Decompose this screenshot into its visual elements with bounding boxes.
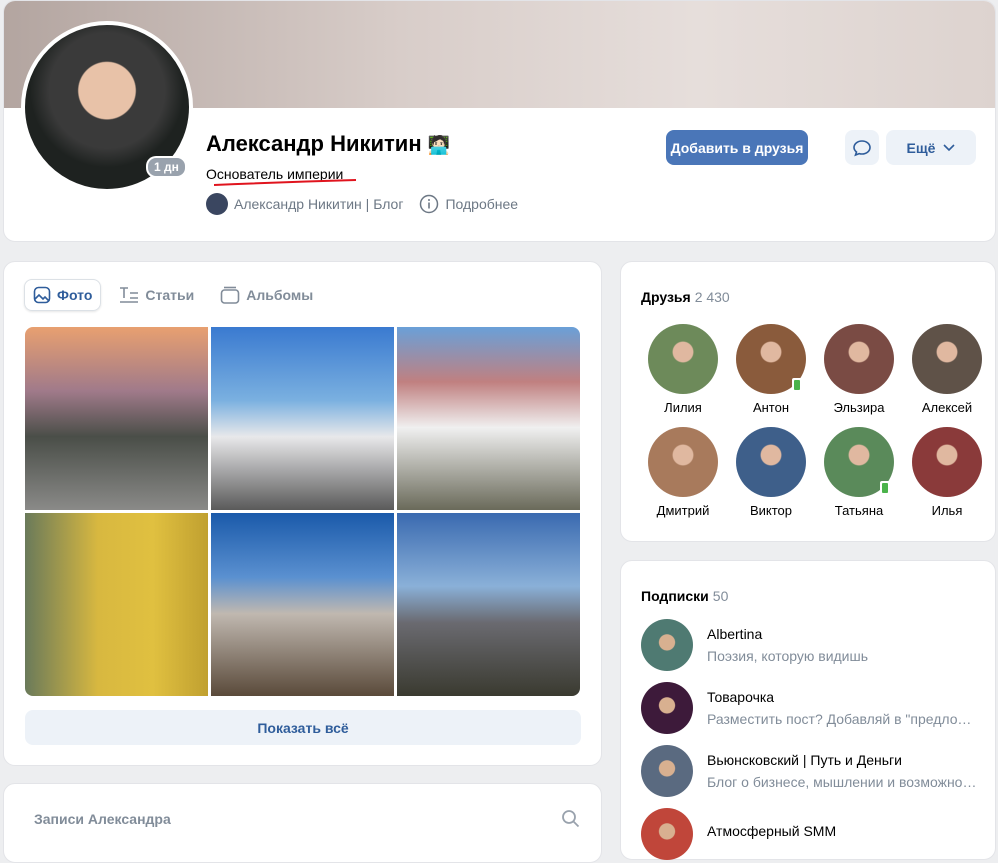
friend-avatar: [736, 427, 806, 497]
posts-block: Записи Александра: [3, 783, 602, 863]
subscription-name: Albertina: [707, 626, 763, 642]
friend-name: Эльзира: [833, 400, 885, 415]
mobile-online-icon: [880, 481, 890, 495]
profile-name-text: Александр Никитин: [206, 131, 422, 156]
photo-thumbnail[interactable]: [25, 513, 208, 696]
red-underline: [214, 179, 357, 186]
more-label: Ещё: [906, 139, 936, 156]
tab-label: Статьи: [145, 287, 195, 303]
friend-item[interactable]: Виктор: [727, 427, 815, 518]
subscription-name: Вьюнсковский | Путь и Деньги: [707, 752, 902, 768]
message-icon: [853, 139, 871, 156]
friend-item[interactable]: Илья: [903, 427, 991, 518]
blog-avatar: [206, 193, 228, 215]
subscription-avatar: [641, 745, 693, 797]
posts-search-input[interactable]: Записи Александра: [34, 811, 171, 827]
tab-label: Альбомы: [246, 287, 314, 303]
subscription-item[interactable]: Товарочка Разместить пост? Добавляй в "пр…: [641, 682, 977, 734]
friend-avatar: [824, 324, 894, 394]
friend-avatar: [824, 427, 894, 497]
last-seen-badge: 1 дн: [146, 156, 187, 178]
subscription-item[interactable]: Атмосферный SMM: [641, 808, 977, 860]
friend-name: Илья: [931, 503, 963, 518]
subscription-name: Атмосферный SMM: [707, 823, 837, 839]
friend-item[interactable]: Лилия: [639, 324, 727, 415]
friend-item[interactable]: Эльзира: [815, 324, 903, 415]
friend-item[interactable]: Дмитрий: [639, 427, 727, 518]
subscription-item[interactable]: Albertina Поэзия, которую видишь: [641, 619, 977, 671]
friend-avatar: [912, 427, 982, 497]
photos-block: Фото Статьи Альбомы Показать всё: [3, 261, 602, 766]
friends-count: 2 430: [694, 289, 730, 305]
search-icon[interactable]: [561, 809, 581, 829]
details-link[interactable]: Подробнее: [445, 196, 518, 212]
subscriptions-title: Подписки: [641, 588, 709, 604]
friend-name: Лилия: [664, 400, 702, 415]
info-icon: [420, 194, 439, 214]
friend-item[interactable]: Татьяна: [815, 427, 903, 518]
friends-title: Друзья: [641, 289, 691, 305]
article-icon: [120, 287, 139, 303]
friend-name: Татьяна: [834, 503, 884, 518]
friend-name: Виктор: [749, 503, 793, 518]
image-icon: [33, 286, 51, 304]
subscription-avatar: [641, 682, 693, 734]
album-icon: [220, 286, 240, 304]
photo-thumbnail[interactable]: [397, 513, 580, 696]
subscriptions-count: 50: [712, 588, 729, 604]
subscription-description: Поэзия, которую видишь: [707, 648, 869, 664]
friend-name: Антон: [752, 400, 790, 415]
subscription-item[interactable]: Вьюнсковский | Путь и Деньги Блог о бизне…: [641, 745, 977, 797]
subscription-avatar: [641, 619, 693, 671]
friend-avatar: [736, 324, 806, 394]
friends-header[interactable]: Друзья 2 430: [641, 289, 730, 305]
tab-label: Фото: [57, 287, 93, 303]
subscription-avatar: [641, 808, 693, 860]
subscription-name: Товарочка: [707, 689, 775, 705]
friend-item[interactable]: Антон: [727, 324, 815, 415]
friend-name: Дмитрий: [656, 503, 710, 518]
add-friend-button[interactable]: Добавить в друзья: [666, 130, 808, 165]
photo-thumbnail[interactable]: [397, 327, 580, 510]
photo-thumbnail[interactable]: [25, 327, 208, 510]
profile-header: 1 дн Александр Никитин 🧑🏻‍💻 Основатель и…: [3, 0, 996, 242]
mobile-online-icon: [792, 378, 802, 392]
message-button[interactable]: [845, 130, 879, 165]
show-all-button[interactable]: Показать всё: [25, 710, 581, 745]
subscription-description: Разместить пост? Добавляй в "предложку": [707, 711, 977, 727]
last-seen-text: 1 дн: [148, 158, 185, 176]
emoji-status-icon: 🧑🏻‍💻: [427, 135, 451, 155]
subscription-description: Блог о бизнесе, мышлении и возможностях: [707, 774, 977, 790]
blog-link[interactable]: Александр Никитин | Блог: [234, 196, 403, 212]
photo-thumbnail[interactable]: [211, 513, 394, 696]
friend-avatar: [912, 324, 982, 394]
friend-avatar: [648, 427, 718, 497]
chevron-down-icon: [943, 143, 956, 151]
photo-thumbnail[interactable]: [211, 327, 394, 510]
subscriptions-header[interactable]: Подписки 50: [641, 588, 728, 604]
friends-block: Друзья 2 430 Лилия Антон Эльзира Алексей Дмит…: [620, 261, 996, 542]
tab-articles[interactable]: Статьи: [111, 279, 202, 311]
tab-albums[interactable]: Альбомы: [212, 279, 321, 311]
more-button[interactable]: Ещё: [886, 130, 976, 165]
tab-photos[interactable]: Фото: [24, 279, 102, 311]
subscriptions-block: Подписки 50 Albertina Поэзия, которую види…: [620, 560, 996, 860]
friend-name: Алексей: [921, 400, 973, 415]
friend-item[interactable]: Алексей: [903, 324, 991, 415]
friend-avatar: [648, 324, 718, 394]
profile-name: Александр Никитин 🧑🏻‍💻: [206, 131, 450, 157]
